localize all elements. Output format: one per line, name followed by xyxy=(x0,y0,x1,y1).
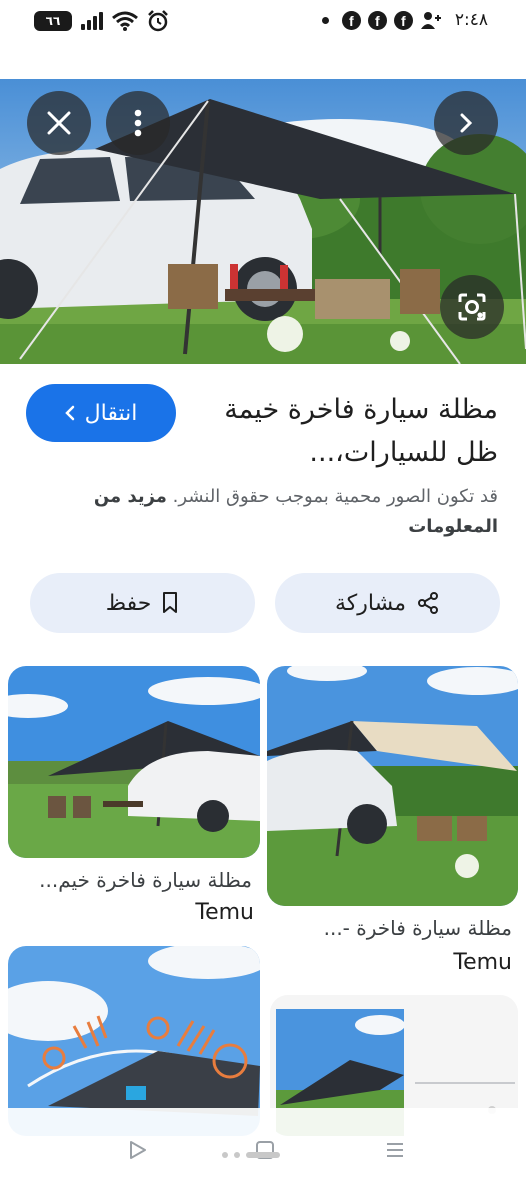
card-photo xyxy=(267,666,518,906)
page-dot xyxy=(222,1152,228,1158)
alarm-icon xyxy=(148,10,168,32)
related-image-card[interactable] xyxy=(8,666,260,858)
recents-icon xyxy=(387,1143,403,1157)
status-bar: ٦٦ f f f ٢:٤٨ xyxy=(0,0,526,44)
copyright-notice: قد تكون الصور محمية بموجب حقوق النشر. مز… xyxy=(28,482,498,542)
home-nav-button[interactable] xyxy=(245,1130,285,1170)
recents-nav-button[interactable] xyxy=(375,1130,415,1170)
hero-image[interactable] xyxy=(0,79,526,364)
lens-search-button[interactable] xyxy=(440,275,504,339)
signal-icon xyxy=(81,12,103,30)
chevron-right-icon xyxy=(460,113,473,133)
card-photo xyxy=(8,666,260,858)
bookmark-icon xyxy=(163,592,178,613)
more-options-button[interactable] xyxy=(106,91,170,155)
share-button[interactable]: مشاركة xyxy=(275,573,500,633)
save-label: حفظ xyxy=(105,590,152,616)
lens-icon xyxy=(458,293,486,321)
page-indicator xyxy=(222,1152,280,1158)
chevron-left-icon xyxy=(64,405,74,421)
system-nav-bar xyxy=(0,1108,526,1178)
share-icon xyxy=(418,592,439,614)
play-back-icon xyxy=(130,1141,146,1159)
card-source: Temu xyxy=(195,900,254,925)
wifi-icon xyxy=(112,11,138,31)
page-dot-active xyxy=(246,1152,280,1158)
back-nav-button[interactable] xyxy=(117,1130,157,1170)
save-button[interactable]: حفظ xyxy=(30,573,255,633)
add-person-icon xyxy=(420,12,441,29)
next-image-button[interactable] xyxy=(434,91,498,155)
facebook-icon: f xyxy=(341,10,361,30)
result-title: مظلة سيارة فاخرة خيمة ظل للسيارات،... xyxy=(224,394,498,468)
battery-level: ٦٦ xyxy=(45,14,61,28)
notice-text: قد تكون الصور محمية بموجب حقوق النشر. xyxy=(172,486,498,507)
facebook-icon: f xyxy=(393,10,413,30)
battery-icon: ٦٦ xyxy=(34,11,72,31)
close-icon xyxy=(47,111,71,135)
goto-label: انتقال xyxy=(84,400,138,426)
close-button[interactable] xyxy=(27,91,91,155)
page-dot xyxy=(234,1152,240,1158)
card-source: Temu xyxy=(453,950,512,975)
clock: ٢:٤٨ xyxy=(454,10,488,30)
share-label: مشاركة xyxy=(335,590,407,616)
more-vert-icon xyxy=(134,109,142,137)
card-caption: مظلة سيارة فاخرة خيم... xyxy=(39,868,252,892)
goto-button[interactable]: انتقال xyxy=(26,384,176,442)
facebook-icon: f xyxy=(367,10,387,30)
notification-dot xyxy=(321,16,329,24)
related-image-card[interactable] xyxy=(267,666,518,906)
card-caption: مظلة سيارة فاخرة -... xyxy=(323,916,512,940)
